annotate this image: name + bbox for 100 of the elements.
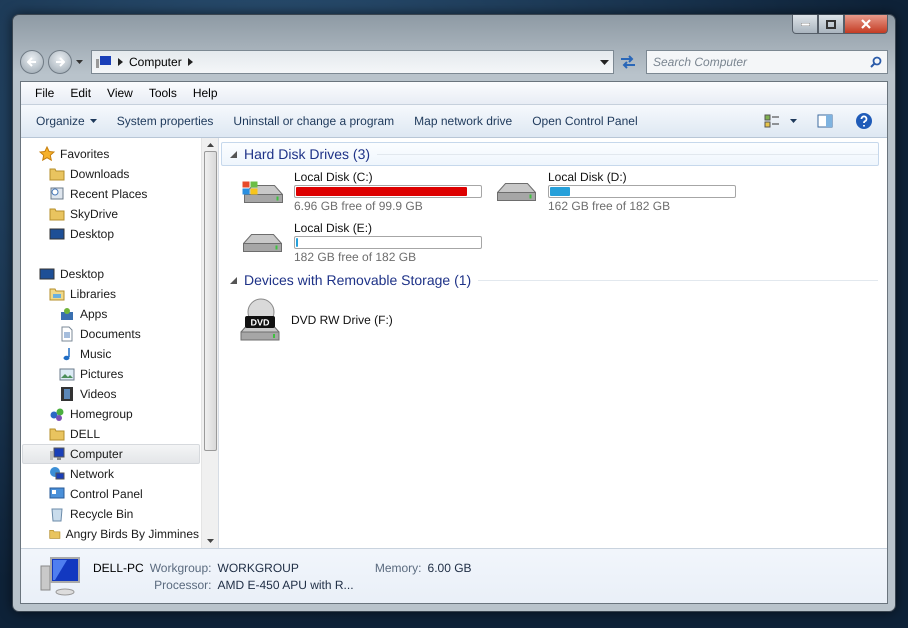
breadcrumb[interactable]: Computer	[129, 55, 182, 69]
dvd-label: DVD	[250, 318, 270, 328]
view-options-icon[interactable]	[764, 113, 780, 129]
forward-button[interactable]	[48, 50, 72, 74]
maximize-icon	[826, 20, 836, 28]
search-icon[interactable]	[870, 56, 882, 68]
menu-item[interactable]: View	[99, 86, 141, 100]
computer-name: DELL-PC	[93, 560, 144, 574]
caret-icon	[90, 119, 97, 123]
toolbar-button[interactable]: Open Control Panel	[523, 110, 647, 132]
drive-name: DVD RW Drive (F:)	[291, 313, 393, 327]
folder-icon	[49, 206, 65, 222]
computer-icon	[96, 55, 112, 69]
nav-tree-item[interactable]: Downloads	[22, 164, 200, 184]
group-header[interactable]: Hard Disk Drives (3)	[221, 142, 879, 166]
nav-tree-item[interactable]: Libraries	[22, 284, 200, 304]
star-icon	[39, 146, 55, 162]
scroll-up-icon	[206, 143, 214, 147]
drive-name: Local Disk (C:)	[294, 170, 374, 184]
menu-item[interactable]: File	[27, 86, 62, 100]
arrow-right-icon	[55, 57, 65, 67]
toolbar-button[interactable]: Uninstall or change a program	[224, 110, 404, 132]
minimize-icon	[800, 22, 810, 26]
chevron-icon	[188, 58, 193, 66]
close-icon	[861, 19, 871, 29]
scrollbar[interactable]	[201, 138, 218, 548]
toolbar-button[interactable]: Organize	[27, 110, 106, 132]
nav-tree-item[interactable]: Control Panel	[22, 484, 200, 504]
group-header[interactable]: Devices with Removable Storage (1)	[221, 268, 879, 292]
dropdown-icon	[600, 60, 609, 64]
nav-tree-item[interactable]: Videos	[22, 384, 200, 404]
free-space-text: 6.96 GB free of 99.9 GB	[294, 199, 424, 213]
toolbar-button[interactable]: Map network drive	[405, 110, 522, 132]
free-space-text: 182 GB free of 182 GB	[294, 250, 418, 264]
help-icon[interactable]	[855, 112, 873, 130]
computer-icon	[49, 446, 65, 462]
detail-label: Workgroup:	[150, 560, 212, 574]
free-space-text: 162 GB free of 182 GB	[548, 199, 672, 213]
nav-tree-item[interactable]: Desktop	[22, 264, 200, 284]
folder-icon	[49, 166, 65, 182]
scroll-thumb[interactable]	[204, 151, 216, 451]
caret-icon	[76, 60, 83, 64]
recycle-bin-icon	[49, 506, 65, 522]
detail-value: WORKGROUP	[218, 560, 299, 574]
collapse-icon[interactable]	[230, 150, 237, 158]
nav-tree-item[interactable]: Pictures	[22, 364, 200, 384]
toolbar-button[interactable]: System properties	[108, 110, 222, 132]
nav-tree-item[interactable]: Angry Birds By Jimmines	[22, 524, 200, 544]
nav-tree-item[interactable]: Recent Places	[22, 184, 200, 204]
address-bar[interactable]: Computer	[91, 50, 614, 74]
close-button[interactable]	[844, 15, 888, 34]
nav-tree-item[interactable]: Homegroup	[22, 404, 200, 424]
nav-tree-item[interactable]: Computer	[22, 444, 200, 464]
nav-tree-item[interactable]: SkyDrive	[22, 204, 200, 224]
drive-name: Local Disk (E:)	[294, 221, 374, 235]
detail-value: AMD E-450 APU with R...	[218, 578, 355, 592]
menu-item[interactable]: Edit	[62, 86, 100, 100]
menu-item[interactable]: Help	[184, 86, 226, 100]
minimize-button[interactable]	[792, 15, 818, 34]
nav-tree-item[interactable]: Desktop	[22, 224, 200, 244]
maximize-button[interactable]	[818, 15, 844, 34]
group-title: Hard Disk Drives (3)	[244, 146, 370, 162]
preview-pane-icon[interactable]	[817, 114, 833, 128]
film-icon	[59, 386, 75, 402]
network-icon	[49, 466, 65, 482]
collapse-icon[interactable]	[230, 276, 237, 284]
monitor-icon	[49, 226, 65, 242]
homegroup-icon	[49, 406, 65, 422]
hard-drive-icon	[243, 234, 282, 252]
drive-item[interactable]: Local Disk (E:) 182 GB free of 182 GB	[237, 221, 491, 264]
drive-name: Local Disk (D:)	[548, 170, 628, 184]
nav-tree-item[interactable]: DELL	[22, 424, 200, 444]
nav-tree-item[interactable]: Network	[22, 464, 200, 484]
nav-tree-item[interactable]: Favorites	[22, 144, 200, 164]
refresh-icon[interactable]	[618, 53, 638, 71]
arrow-left-icon	[27, 57, 37, 67]
scroll-down-icon	[206, 539, 214, 543]
picture-icon	[59, 366, 75, 382]
nav-tree-item[interactable]: Music	[22, 344, 200, 364]
library-icon	[49, 286, 65, 302]
document-icon	[59, 326, 75, 342]
search-field[interactable]: Search Computer	[646, 50, 888, 74]
caret-icon	[790, 119, 797, 123]
hard-drive-icon	[242, 180, 283, 202]
recent-places-icon	[49, 186, 65, 202]
folder-icon	[49, 426, 65, 442]
drive-item[interactable]: Local Disk (D:) 162 GB free of 182 GB	[491, 170, 745, 213]
drive-item[interactable]: DVD DVD RW Drive (F:)	[237, 296, 491, 344]
menu-item[interactable]: Tools	[140, 86, 185, 100]
back-button[interactable]	[20, 50, 44, 74]
chevron-icon	[118, 58, 123, 66]
monitor-icon	[39, 266, 55, 282]
detail-label: Processor:	[153, 578, 212, 592]
apps-icon	[59, 306, 75, 322]
nav-tree-item[interactable]: Documents	[22, 324, 200, 344]
drive-item[interactable]: Local Disk (C:) 6.96 GB free of 99.9 GB	[237, 170, 491, 213]
detail-label: Memory:	[374, 560, 422, 574]
nav-tree-item[interactable]: Apps	[22, 304, 200, 324]
hard-drive-icon	[497, 182, 536, 200]
nav-tree-item[interactable]: Recycle Bin	[22, 504, 200, 524]
